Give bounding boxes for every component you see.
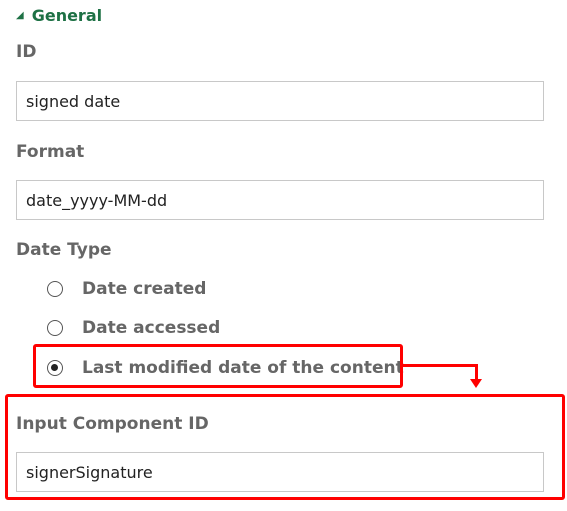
id-label: ID	[16, 42, 37, 62]
connector-vertical	[475, 364, 478, 379]
connector-horizontal	[403, 364, 478, 367]
radio-last-modified[interactable]: Last modified date of the content	[47, 355, 404, 381]
radio-button-selected[interactable]	[47, 360, 63, 376]
date-type-label: Date Type	[16, 240, 112, 260]
input-component-id-input[interactable]	[16, 452, 544, 492]
radio-button[interactable]	[47, 281, 63, 297]
arrow-down-icon	[470, 379, 482, 388]
radio-label: Date created	[82, 279, 207, 299]
triangle-expanded-icon: ◢	[16, 9, 24, 21]
input-component-label: Input Component ID	[16, 414, 209, 434]
radio-date-created[interactable]: Date created	[47, 276, 206, 302]
format-input[interactable]	[16, 180, 544, 220]
radio-button[interactable]	[47, 320, 63, 336]
radio-label: Last modified date of the content	[82, 358, 404, 378]
radio-date-accessed[interactable]: Date accessed	[47, 315, 220, 341]
general-section-header[interactable]: ◢ General	[16, 4, 102, 26]
radio-label: Date accessed	[82, 318, 221, 338]
general-header-label: General	[31, 5, 103, 25]
format-label: Format	[16, 142, 85, 162]
id-input[interactable]	[16, 81, 544, 121]
